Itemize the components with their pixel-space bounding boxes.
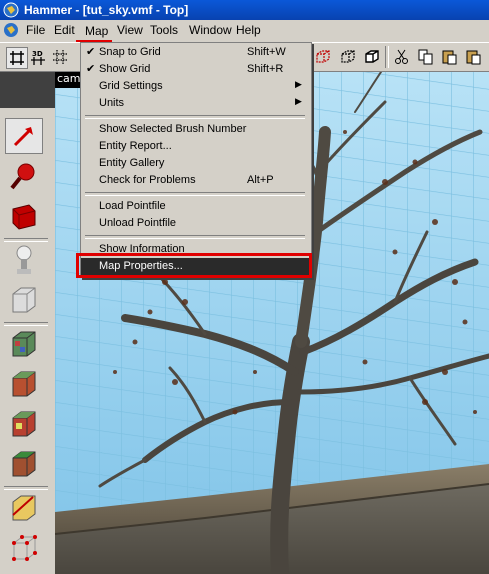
menu-item-snap-to-grid[interactable]: ✔ Snap to Grid Shift+W xyxy=(81,44,311,61)
selection-tool-icon[interactable] xyxy=(5,118,43,154)
menu-item-label: Check for Problems xyxy=(99,174,196,186)
menu-file[interactable]: File xyxy=(26,23,45,37)
texture-tool-icon[interactable] xyxy=(5,326,43,362)
overlay-tool-icon[interactable] xyxy=(5,446,43,482)
checkmark-icon: ✔ xyxy=(86,46,96,58)
menu-separator xyxy=(85,192,305,196)
menu-item-label: Units xyxy=(99,97,125,109)
menu-item-label: Unload Pointfile xyxy=(99,217,177,229)
menu-item-label: Show Information xyxy=(99,243,185,255)
dot-grid-icon[interactable] xyxy=(50,47,70,67)
menu-item-unload-pointfile[interactable]: Unload Pointfile xyxy=(81,215,311,232)
paste-icon[interactable] xyxy=(440,47,460,67)
copy-icon[interactable] xyxy=(416,47,436,67)
clipping-tool-icon[interactable] xyxy=(5,490,43,526)
menu-map[interactable]: Map xyxy=(85,24,108,38)
menu-view[interactable]: View xyxy=(117,23,143,37)
menu-window[interactable]: Window xyxy=(189,23,232,37)
cut-icon[interactable] xyxy=(392,47,412,67)
camera-tool-icon[interactable] xyxy=(5,198,43,234)
grid-2d-icon[interactable] xyxy=(6,47,28,69)
menu-edit[interactable]: Edit xyxy=(54,23,75,37)
cube-dotted-icon[interactable] xyxy=(338,47,358,67)
vertex-tool-icon[interactable] xyxy=(5,530,43,566)
hammer-app-icon xyxy=(3,2,19,18)
menu-item-label: Map Properties... xyxy=(99,260,183,272)
cube-solid-icon[interactable] xyxy=(362,47,382,67)
menu-item-shortcut: Shift+W xyxy=(247,46,286,58)
menu-item-entity-gallery[interactable]: Entity Gallery xyxy=(81,155,311,172)
cube-red-icon[interactable] xyxy=(313,47,333,67)
sidebar-top-panel xyxy=(0,72,55,108)
title-bar: Hammer - [tut_sky.vmf - Top] xyxy=(0,0,489,20)
menu-item-units[interactable]: Units ▶ xyxy=(81,95,311,112)
menu-tools[interactable]: Tools xyxy=(150,23,178,37)
entity-tool-icon[interactable] xyxy=(5,242,43,278)
viewport-label: cam xyxy=(55,72,83,88)
menu-item-show-information[interactable]: Show Information xyxy=(81,241,311,258)
menu-item-grid-settings[interactable]: Grid Settings ▶ xyxy=(81,78,311,95)
menu-item-shortcut: Alt+P xyxy=(247,174,274,186)
grid-3d-icon[interactable]: 3D xyxy=(29,47,49,67)
magnify-tool-icon[interactable] xyxy=(5,158,43,194)
menu-item-label: Show Selected Brush Number xyxy=(99,123,247,135)
menu-bar: File Edit Map View Tools Window Help xyxy=(0,20,489,62)
menu-item-label: Load Pointfile xyxy=(99,200,166,212)
menu-item-label: Show Grid xyxy=(99,63,151,75)
svg-text:3D: 3D xyxy=(32,50,43,58)
menu-item-label: Entity Gallery xyxy=(99,157,165,169)
menu-item-load-pointfile[interactable]: Load Pointfile xyxy=(81,198,311,215)
apply-texture-icon[interactable] xyxy=(5,366,43,402)
document-icon[interactable] xyxy=(3,22,19,38)
menu-separator xyxy=(85,235,305,239)
submenu-arrow-icon: ▶ xyxy=(295,79,302,89)
menu-item-label: Snap to Grid xyxy=(99,46,161,58)
paste-special-icon[interactable] xyxy=(464,47,484,67)
menu-separator xyxy=(85,115,305,119)
menu-item-entity-report[interactable]: Entity Report... xyxy=(81,138,311,155)
block-tool-icon[interactable] xyxy=(5,282,43,318)
decal-tool-icon[interactable] xyxy=(5,406,43,442)
menu-item-map-properties[interactable]: Map Properties... xyxy=(81,258,311,275)
menu-item-label: Entity Report... xyxy=(99,140,172,152)
toolbar-separator xyxy=(385,46,389,68)
menu-item-show-grid[interactable]: ✔ Show Grid Shift+R xyxy=(81,61,311,78)
submenu-arrow-icon: ▶ xyxy=(295,96,302,106)
menu-help[interactable]: Help xyxy=(236,23,261,37)
menu-item-show-selected-brush-number[interactable]: Show Selected Brush Number xyxy=(81,121,311,138)
map-menu-dropdown: ✔ Snap to Grid Shift+W ✔ Show Grid Shift… xyxy=(80,42,312,278)
checkmark-icon: ✔ xyxy=(86,63,96,75)
window-title: Hammer - [tut_sky.vmf - Top] xyxy=(24,3,189,17)
menu-item-check-for-problems[interactable]: Check for Problems Alt+P xyxy=(81,172,311,189)
menu-item-label: Grid Settings xyxy=(99,80,163,92)
menu-item-shortcut: Shift+R xyxy=(247,63,284,75)
